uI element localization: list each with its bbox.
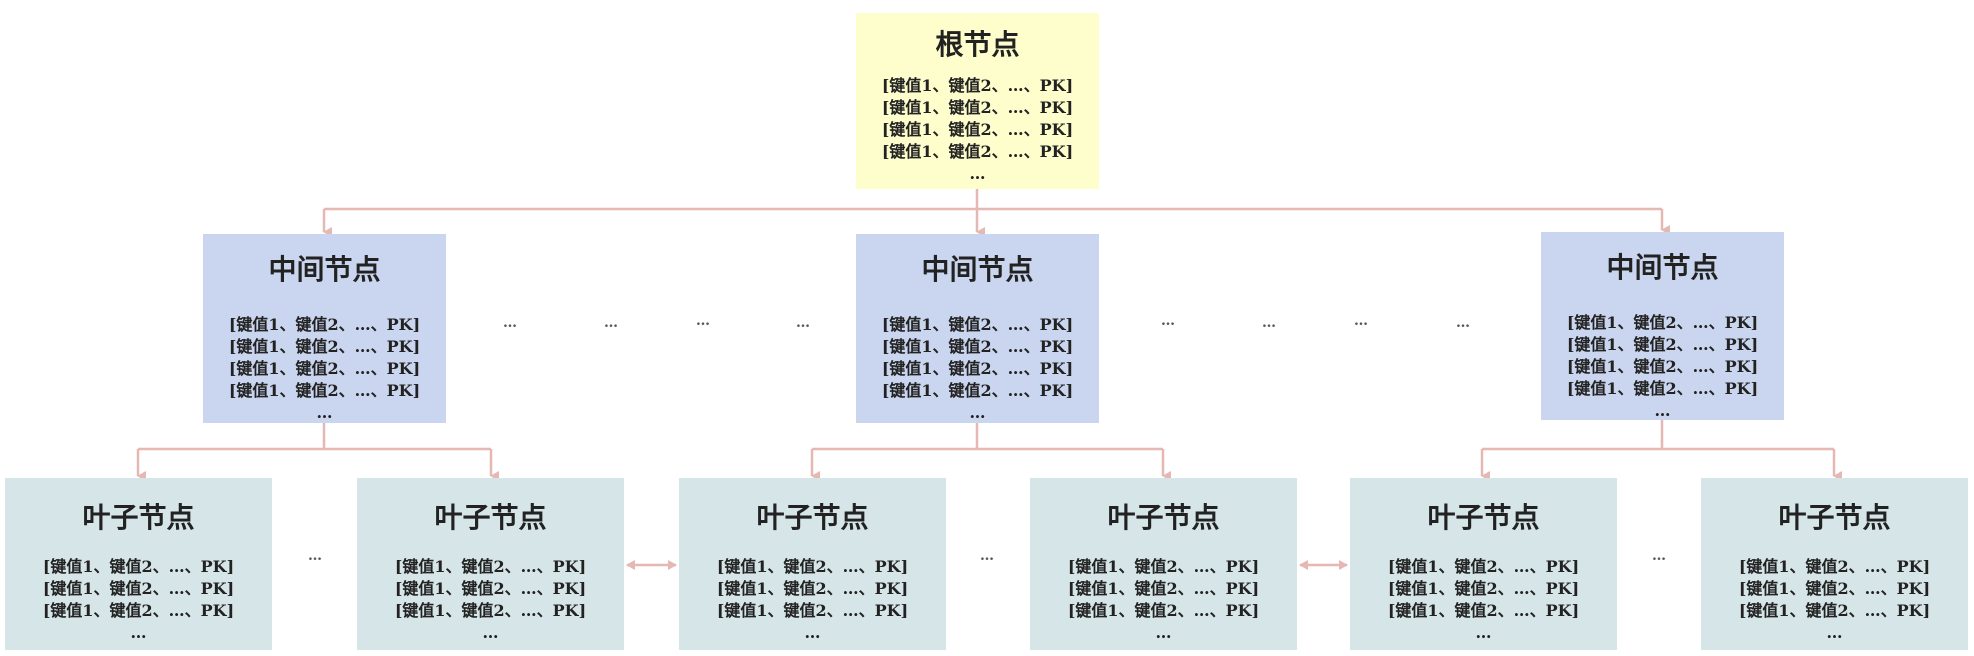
key-row: [键值1、键值2、…、PK] <box>1067 601 1260 620</box>
key-row: [键值1、键值2、…、PK] <box>1738 579 1931 598</box>
key-row: [键值1、键值2、…、PK] <box>1387 557 1580 576</box>
key-row: [键值1、键值2、…、PK] <box>228 315 421 334</box>
key-row: [键值1、键值2、…、PK] <box>716 557 909 576</box>
mid3-connector <box>1482 420 1834 451</box>
ellipsis: … <box>796 315 810 331</box>
node-title: 叶子节点 <box>1778 501 1891 534</box>
ellipsis: … <box>1161 313 1175 329</box>
ellipsis: … <box>1262 315 1276 331</box>
key-row: [键值1、键值2、…、PK] <box>881 98 1074 117</box>
key-row: [键值1、键值2、…、PK] <box>1738 557 1931 576</box>
key-row: [键值1、键值2、…、PK] <box>1738 601 1931 620</box>
key-row-ellipsis: … <box>482 623 499 642</box>
ellipsis: … <box>308 548 322 564</box>
key-row: [键值1、键值2、…、PK] <box>1566 335 1759 354</box>
key-row: [键值1、键值2、…、PK] <box>716 579 909 598</box>
key-row-ellipsis: … <box>969 164 986 183</box>
key-row-ellipsis: … <box>1654 401 1671 420</box>
node-title: 中间节点 <box>268 253 381 286</box>
node-title: 中间节点 <box>921 253 1034 286</box>
ellipsis: … <box>1652 548 1666 564</box>
leaf-node: 叶子节点 [键值1、键值2、…、PK] [键值1、键值2、…、PK] [键值1、键值2… <box>357 478 624 650</box>
key-row-ellipsis: … <box>1155 623 1172 642</box>
key-row: [键值1、键值2、…、PK] <box>228 359 421 378</box>
key-row-ellipsis: … <box>1475 623 1492 642</box>
key-row: [键值1、键值2、…、PK] <box>42 557 235 576</box>
ellipsis: … <box>604 315 618 331</box>
ellipsis: … <box>980 548 994 564</box>
ellipsis: … <box>1456 315 1470 331</box>
node-title: 中间节点 <box>1606 251 1719 284</box>
key-row: [键值1、键值2、…、PK] <box>881 337 1074 356</box>
key-row: [键值1、键值2、…、PK] <box>228 381 421 400</box>
key-row: [键值1、键值2、…、PK] <box>1387 601 1580 620</box>
key-row: [键值1、键值2、…、PK] <box>42 601 235 620</box>
key-row: [键值1、键值2、…、PK] <box>881 120 1074 139</box>
key-row: [键值1、键值2、…、PK] <box>42 579 235 598</box>
ellipsis: … <box>696 313 710 329</box>
node-title: 叶子节点 <box>1427 501 1540 534</box>
intermediate-node: 中间节点 [键值1、键值2、…、PK] [键值1、键值2、…、PK] [键值1、键值2… <box>203 234 446 423</box>
ellipsis: … <box>503 315 517 331</box>
leaf-node: 叶子节点 [键值1、键值2、…、PK] [键值1、键值2、…、PK] [键值1、键值2… <box>1350 478 1617 650</box>
intermediate-node: 中间节点 [键值1、键值2、…、PK] [键值1、键值2、…、PK] [键值1、键值2… <box>1541 232 1784 420</box>
key-row: [键值1、键值2、…、PK] <box>881 76 1074 95</box>
ellipsis: … <box>1354 313 1368 329</box>
key-row: [键值1、键值2、…、PK] <box>881 359 1074 378</box>
key-row: [键值1、键值2、…、PK] <box>1067 557 1260 576</box>
key-row: [键值1、键值2、…、PK] <box>1387 579 1580 598</box>
mid1-connector <box>138 423 491 451</box>
key-row: [键值1、键值2、…、PK] <box>394 579 587 598</box>
key-row: [键值1、键值2、…、PK] <box>228 337 421 356</box>
key-row: [键值1、键值2、…、PK] <box>1566 357 1759 376</box>
key-row-ellipsis: … <box>969 403 986 422</box>
key-row: [键值1、键值2、…、PK] <box>1067 579 1260 598</box>
key-row: [键值1、键值2、…、PK] <box>716 601 909 620</box>
key-row-ellipsis: … <box>130 623 147 642</box>
node-title: 叶子节点 <box>1107 501 1220 534</box>
key-row-ellipsis: … <box>804 623 821 642</box>
key-row: [键值1、键值2、…、PK] <box>881 315 1074 334</box>
key-row: [键值1、键值2、…、PK] <box>1566 313 1759 332</box>
leaf-node: 叶子节点 [键值1、键值2、…、PK] [键值1、键值2、…、PK] [键值1、键值2… <box>679 478 946 650</box>
key-row: [键值1、键值2、…、PK] <box>881 142 1074 161</box>
key-row: [键值1、键值2、…、PK] <box>394 601 587 620</box>
node-title: 叶子节点 <box>82 501 195 534</box>
leaf-node: 叶子节点 [键值1、键值2、…、PK] [键值1、键值2、…、PK] [键值1、键值2… <box>5 478 272 650</box>
key-row: [键值1、键值2、…、PK] <box>881 381 1074 400</box>
leaf-node: 叶子节点 [键值1、键值2、…、PK] [键值1、键值2、…、PK] [键值1、键值2… <box>1030 478 1297 650</box>
key-row-ellipsis: … <box>1826 623 1843 642</box>
key-row: [键值1、键值2、…、PK] <box>1566 379 1759 398</box>
mid2-connector <box>812 423 1163 451</box>
root-connector <box>324 189 1662 211</box>
key-row: [键值1、键值2、…、PK] <box>394 557 587 576</box>
intermediate-node: 中间节点 [键值1、键值2、…、PK] [键值1、键值2、…、PK] [键值1、键值2… <box>856 234 1099 423</box>
leaf-node: 叶子节点 [键值1、键值2、…、PK] [键值1、键值2、…、PK] [键值1、键值2… <box>1701 478 1968 650</box>
node-title: 叶子节点 <box>434 501 547 534</box>
root-node: 根节点 [键值1、键值2、…、PK] [键值1、键值2、…、PK] [键值1、键… <box>856 13 1099 189</box>
key-row-ellipsis: … <box>316 403 333 422</box>
node-title: 叶子节点 <box>756 501 869 534</box>
node-title: 根节点 <box>935 28 1020 61</box>
